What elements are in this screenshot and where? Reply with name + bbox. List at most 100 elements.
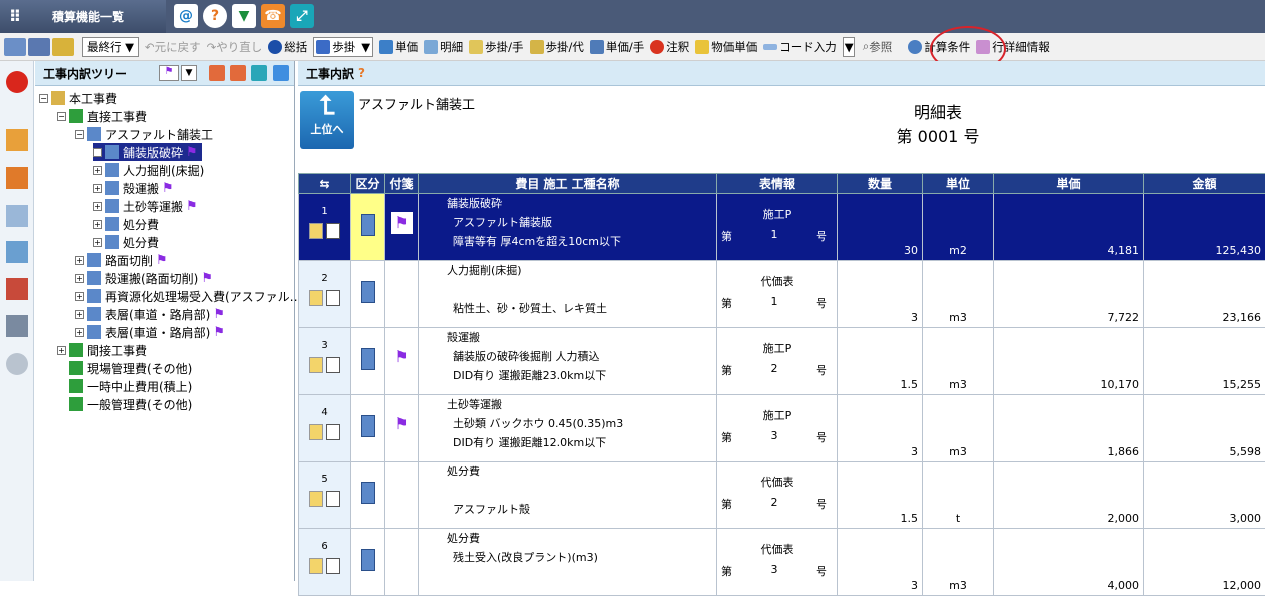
quantity-cell[interactable]: 3: [838, 395, 923, 462]
refresh-icon[interactable]: [251, 65, 267, 81]
tag-cell[interactable]: ⚑: [385, 395, 419, 462]
tree-node[interactable]: +処分費: [93, 233, 159, 251]
gear-icon[interactable]: [6, 353, 28, 375]
total-button[interactable]: 総括: [268, 36, 307, 58]
unit-price-cell[interactable]: 2,000: [994, 462, 1144, 529]
code-input-button[interactable]: コード入力: [763, 36, 837, 58]
redo-button[interactable]: ↷やり直し: [207, 36, 263, 58]
amount-cell[interactable]: 5,598: [1144, 395, 1265, 462]
tree-node[interactable]: −直接工事費: [57, 107, 147, 125]
expand-icon[interactable]: +: [75, 292, 84, 301]
folder-icon[interactable]: [209, 65, 225, 81]
close-icon[interactable]: [273, 65, 289, 81]
row-number-cell[interactable]: 4: [299, 395, 351, 462]
material-price-button[interactable]: 物価単価: [695, 36, 757, 58]
list-icon[interactable]: [326, 223, 340, 239]
step-sub-button[interactable]: 歩掛/代: [530, 36, 584, 58]
undo-button[interactable]: ↶元に戻す: [145, 36, 201, 58]
info-cell[interactable]: 代価表第2号: [717, 462, 838, 529]
tree-node[interactable]: 一般管理費(その他): [57, 395, 192, 413]
insert-row-icon[interactable]: [52, 38, 74, 56]
edit-row-icon[interactable]: [28, 38, 50, 56]
unit-price-cell[interactable]: 4,181: [994, 194, 1144, 261]
collapse-icon[interactable]: −: [39, 94, 48, 103]
tree-node[interactable]: +表層(車道・路肩部)⚑: [75, 323, 225, 341]
step-hand-button[interactable]: 歩掛/手: [469, 36, 523, 58]
collapse-icon[interactable]: −: [57, 112, 66, 121]
column-header[interactable]: 費目 施工 工種名称: [419, 174, 717, 194]
help-icon[interactable]: ?: [358, 66, 365, 80]
row-number-cell[interactable]: 6: [299, 529, 351, 596]
column-header[interactable]: 単価: [994, 174, 1144, 194]
list-icon[interactable]: [326, 558, 340, 574]
print-icon[interactable]: [6, 315, 28, 337]
column-header[interactable]: 数量: [838, 174, 923, 194]
reference-button[interactable]: ⌕参照: [863, 36, 892, 58]
at-icon[interactable]: @: [174, 4, 198, 28]
column-header[interactable]: 単位: [923, 174, 994, 194]
info-cell[interactable]: 施工P第1号: [717, 194, 838, 261]
tree-node[interactable]: −アスファルト舗装工: [75, 125, 213, 143]
category-cell[interactable]: [351, 462, 385, 529]
unit-cell[interactable]: m3: [923, 261, 994, 328]
list-icon[interactable]: [326, 357, 340, 373]
home-icon[interactable]: [6, 167, 28, 189]
tree-node[interactable]: +舗装版破砕⚑: [93, 143, 202, 161]
unit-hand-button[interactable]: 単価/手: [590, 36, 644, 58]
tag-cell[interactable]: ⚑: [385, 328, 419, 395]
name-cell[interactable]: 処分費残土受入(改良プラント)(m3): [419, 529, 717, 596]
tag-cell[interactable]: [385, 261, 419, 328]
category-cell[interactable]: [351, 261, 385, 328]
power-icon[interactable]: [6, 71, 28, 93]
edit-icon[interactable]: [309, 424, 323, 440]
column-header[interactable]: 付箋: [385, 174, 419, 194]
quantity-cell[interactable]: 1.5: [838, 328, 923, 395]
collapse-icon[interactable]: −: [75, 130, 84, 139]
edit-icon[interactable]: [309, 357, 323, 373]
unit-price-cell[interactable]: 4,000: [994, 529, 1144, 596]
table-row[interactable]: 3 ⚑殻運搬舗装版の破砕後掘削 人力積込DID有り 運搬距離23.0km以下施工…: [299, 328, 1265, 395]
unit-cell[interactable]: m3: [923, 395, 994, 462]
row-number-cell[interactable]: 1: [299, 194, 351, 261]
expand-icon[interactable]: +: [93, 220, 102, 229]
name-cell[interactable]: 舗装版破砕アスファルト舗装版障害等有 厚4cmを超え10cm以下: [419, 194, 717, 261]
expand-icon[interactable]: +: [75, 328, 84, 337]
unit-price-cell[interactable]: 1,866: [994, 395, 1144, 462]
expand-icon[interactable]: +: [75, 274, 84, 283]
amount-cell[interactable]: 15,255: [1144, 328, 1265, 395]
chevron-down-icon[interactable]: ▼: [181, 65, 197, 81]
quantity-cell[interactable]: 1.5: [838, 462, 923, 529]
table-row[interactable]: 1 ⚑舗装版破砕アスファルト舗装版障害等有 厚4cmを超え10cm以下施工P第1…: [299, 194, 1265, 261]
detail-button[interactable]: 明細: [424, 36, 463, 58]
edit-icon[interactable]: [309, 223, 323, 239]
beginner-icon[interactable]: ▼: [232, 4, 256, 28]
expand-icon[interactable]: +: [93, 148, 102, 157]
expand-icon[interactable]: +: [75, 310, 84, 319]
amount-cell[interactable]: 3,000: [1144, 462, 1265, 529]
amount-cell[interactable]: 23,166: [1144, 261, 1265, 328]
edit-icon[interactable]: [309, 558, 323, 574]
expand-icon[interactable]: +: [57, 346, 66, 355]
tree-node[interactable]: +人力掘削(床掘): [93, 161, 204, 179]
folder-open-icon[interactable]: [230, 65, 246, 81]
info-cell[interactable]: 代価表第1号: [717, 261, 838, 328]
flag-filter-icon[interactable]: ⚑: [159, 65, 179, 81]
list-icon[interactable]: [326, 424, 340, 440]
tag-cell[interactable]: ⚑: [385, 194, 419, 261]
document-icon[interactable]: [6, 205, 28, 227]
tools-icon[interactable]: [6, 278, 28, 300]
name-cell[interactable]: 人力掘削(床掘)粘性土、砂・砂質土、レキ質土: [419, 261, 717, 328]
tree-node[interactable]: +殻運搬(路面切削)⚑: [75, 269, 213, 287]
table-row[interactable]: 6 処分費残土受入(改良プラント)(m3)代価表第3号3m34,00012,00…: [299, 529, 1265, 596]
expand-icon[interactable]: +: [93, 166, 102, 175]
row-number-cell[interactable]: 3: [299, 328, 351, 395]
tree-node[interactable]: +処分費: [93, 215, 159, 233]
amount-cell[interactable]: 125,430: [1144, 194, 1265, 261]
unit-cell[interactable]: m2: [923, 194, 994, 261]
quantity-cell[interactable]: 30: [838, 194, 923, 261]
expand-icon[interactable]: +: [93, 202, 102, 211]
code-input-dropdown[interactable]: ▼: [843, 37, 855, 57]
help-icon[interactable]: ?: [203, 4, 227, 28]
info-cell[interactable]: 施工P第2号: [717, 328, 838, 395]
edit-icon[interactable]: [309, 290, 323, 306]
